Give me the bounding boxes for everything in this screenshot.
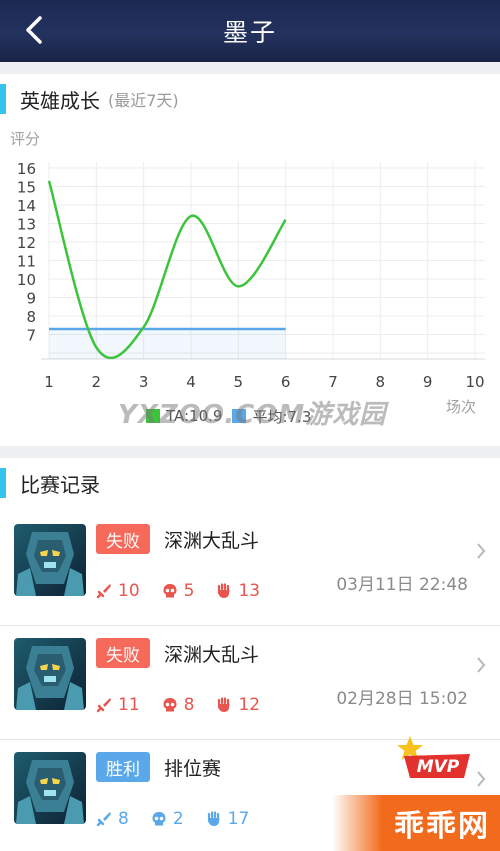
deaths-stat: 5 <box>162 581 195 601</box>
kda-stats: 10 5 13 <box>96 580 282 602</box>
chevron-right-icon[interactable] <box>476 656 486 674</box>
skull-icon <box>152 812 166 826</box>
deaths-value: 8 <box>183 695 195 715</box>
section-accent-bar <box>0 84 6 114</box>
deaths-stat: 2 <box>151 809 184 829</box>
x-tick-label: 10 <box>465 373 484 391</box>
y-tick-label: 14 <box>17 197 36 215</box>
kills-value: 11 <box>118 695 140 715</box>
deaths-value: 2 <box>172 809 184 829</box>
assists-value: 13 <box>238 581 261 601</box>
x-tick-label: 4 <box>186 373 196 391</box>
x-tick-label: 3 <box>139 373 149 391</box>
x-tick-label: 7 <box>328 373 338 391</box>
x-tick-label: 8 <box>376 373 386 391</box>
growth-chart: 789101112131415161 2 3 4 5 6 7 8 9 10 <box>17 160 485 391</box>
hero-avatar <box>14 752 86 824</box>
hand-icon <box>207 811 220 826</box>
watermark: YXZOO.COM游戏园 <box>118 400 387 430</box>
sword-icon <box>96 698 111 713</box>
kda-stats: 8 2 17 <box>96 808 271 830</box>
deaths-stat: 8 <box>162 695 195 715</box>
avg-area <box>49 328 286 359</box>
kills-value: 8 <box>118 809 129 829</box>
growth-title: 英雄成长 <box>20 88 100 113</box>
kills-value: 10 <box>118 581 140 601</box>
top-bar: 墨子 <box>0 0 500 62</box>
chevron-right-icon[interactable] <box>476 770 486 788</box>
result-badge: 失败 <box>96 638 150 668</box>
y-tick-label: 7 <box>26 327 36 345</box>
kills-stat: 10 <box>96 581 140 601</box>
x-tick-label: 2 <box>92 373 102 391</box>
records-title: 比赛记录 <box>20 472 100 497</box>
y-axis-label: 评分 <box>10 130 41 148</box>
y-tick-label: 8 <box>26 308 36 326</box>
mvp-label: MVP <box>417 757 460 777</box>
skull-icon <box>163 698 177 712</box>
game-mode: 深渊大乱斗 <box>164 644 260 666</box>
page-title: 墨子 <box>222 18 277 47</box>
y-tick-label: 12 <box>17 234 36 252</box>
x-axis-label: 场次 <box>446 398 477 416</box>
y-tick-label: 9 <box>26 290 36 308</box>
hand-icon <box>218 583 230 598</box>
assists-stat: 12 <box>216 695 260 715</box>
sword-icon <box>96 812 111 827</box>
game-mode: 排位赛 <box>164 758 222 780</box>
assists-stat: 17 <box>206 809 250 829</box>
site-logo: 乖乖网 <box>332 795 500 851</box>
x-tick-label: 6 <box>281 373 291 391</box>
y-tick-label: 11 <box>17 253 36 271</box>
hero-avatar <box>14 638 86 710</box>
x-tick-label: 5 <box>234 373 244 391</box>
kda-stats: 11 8 12 <box>96 694 282 716</box>
kills-stat: 8 <box>96 809 129 829</box>
hand-icon <box>218 697 230 712</box>
kills-stat: 11 <box>96 695 140 715</box>
back-button[interactable] <box>14 10 54 50</box>
y-tick-label: 15 <box>17 179 36 197</box>
records-section-header: 比赛记录 <box>0 468 100 498</box>
mvp-badge: MVP <box>397 736 470 778</box>
assists-value: 12 <box>238 695 261 715</box>
deaths-value: 5 <box>183 581 195 601</box>
growth-section-header: 英雄成长 (最近7天) <box>0 84 179 114</box>
back-arrow-icon <box>26 16 42 44</box>
assists-value: 17 <box>227 809 250 829</box>
match-records-card: 比赛记录 失败 深渊大乱斗 10 5 13 03月11日 22:48 失败 深渊大乱斗 11 8 1… <box>0 458 500 851</box>
result-badge: 胜利 <box>96 752 150 782</box>
match-row[interactable]: 失败 深渊大乱斗 11 8 12 02月28日 15:02 <box>0 628 500 740</box>
skull-icon <box>163 584 177 598</box>
x-tick-label: 9 <box>423 373 433 391</box>
hero-growth-card: 英雄成长 (最近7天) 评分 7 8 9 10 11 12 13 14 15 16 1 2 3 4 5 6 7 8… <box>0 74 500 446</box>
x-tick-label: 1 <box>44 373 54 391</box>
result-badge: 失败 <box>96 524 150 554</box>
game-mode: 深渊大乱斗 <box>164 530 260 552</box>
match-date: 02月28日 15:02 <box>336 689 468 709</box>
match-row[interactable]: 失败 深渊大乱斗 10 5 13 03月11日 22:48 <box>0 514 500 626</box>
assists-stat: 13 <box>216 581 260 601</box>
y-tick-label: 10 <box>17 271 36 289</box>
match-date: 03月11日 22:48 <box>336 575 468 595</box>
section-accent-bar <box>0 468 6 498</box>
hero-avatar <box>14 524 86 596</box>
sword-icon <box>96 584 111 599</box>
chevron-right-icon[interactable] <box>476 542 486 560</box>
site-logo-text: 乖乖网 <box>394 809 490 844</box>
growth-subtitle: (最近7天) <box>108 91 179 110</box>
y-tick-label: 16 <box>17 160 36 178</box>
y-tick-label: 13 <box>17 216 36 234</box>
